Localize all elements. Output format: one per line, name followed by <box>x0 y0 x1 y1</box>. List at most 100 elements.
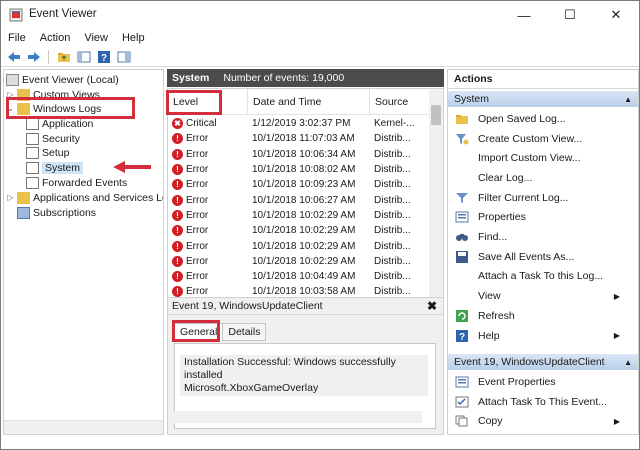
event-row[interactable]: ! Error 10/1/2018 11:07:03 AM Distrib... <box>168 131 430 146</box>
event-count: Number of events: 19,000 <box>223 72 345 84</box>
action-view[interactable]: View ▶ <box>448 286 638 306</box>
event-row[interactable]: ! Error 10/1/2018 10:02:29 AM Distrib... <box>168 254 430 269</box>
properties-icon <box>454 210 470 224</box>
tree-item-label: Subscriptions <box>33 206 97 219</box>
help-icon: ? <box>454 329 470 343</box>
action-label: Save All Events As... <box>478 250 575 263</box>
tree-item-root[interactable]: Event Viewer (Local) <box>6 72 119 87</box>
action-label: Filter Current Log... <box>478 191 569 204</box>
tree-item-label: Security <box>42 132 80 145</box>
maximize-button[interactable]: ☐ <box>547 1 593 29</box>
action-event-properties[interactable]: Event Properties <box>448 372 638 392</box>
event-row[interactable]: ! Error 10/1/2018 10:06:27 AM Distrib... <box>168 193 430 208</box>
event-row[interactable]: ! Error 10/1/2018 10:08:02 AM Distrib... <box>168 162 430 177</box>
tree-horizontal-scrollbar[interactable] <box>4 420 163 434</box>
action-properties[interactable]: Properties <box>448 208 638 228</box>
minimize-button[interactable]: — <box>501 1 547 29</box>
highlight-level-column <box>166 90 222 115</box>
forward-arrow-icon[interactable] <box>25 49 42 65</box>
event-detail-header: Event 19, WindowsUpdateClient ✖ <box>168 298 443 315</box>
action-label: View <box>478 290 501 303</box>
event-level-text: Error <box>186 286 209 298</box>
event-source-cell: Distrib... <box>374 286 411 298</box>
annotation-arrow-icon <box>113 161 151 173</box>
detail-horizontal-scrollbar[interactable] <box>174 411 422 423</box>
actions-group-system[interactable]: System ▲ <box>448 91 638 107</box>
menu-bar: File Action View Help <box>1 29 639 47</box>
help-icon[interactable]: ? <box>95 49 112 65</box>
error-icon: ! <box>172 225 183 237</box>
error-icon: ! <box>172 255 183 267</box>
action-clear-log[interactable]: Clear Log... <box>448 168 638 188</box>
event-list: Level Date and Time Source ✖ Critical 1/12… <box>167 88 444 298</box>
action-label: Attach Task To This Event... <box>478 395 607 408</box>
action-copy[interactable]: Copy ▶ <box>448 411 638 431</box>
tree-item-apps-services[interactable]: ▷ Applications and Services Log <box>6 190 163 205</box>
column-date-time[interactable]: Date and Time <box>248 89 370 114</box>
log-icon <box>26 161 39 174</box>
actions-group-label: Event 19, WindowsUpdateClient <box>454 356 605 368</box>
scrollbar-thumb[interactable] <box>431 105 441 125</box>
collapse-caret-icon[interactable]: ▲ <box>624 95 632 104</box>
tree-item-label: Event Viewer (Local) <box>22 73 119 86</box>
action-label: Create Custom View... <box>478 132 583 145</box>
action-save-all-events-as[interactable]: Save All Events As... <box>448 247 638 267</box>
event-level-cell: ! Error <box>168 225 248 237</box>
event-row[interactable]: ! Error 10/1/2018 10:02:29 AM Distrib... <box>168 238 430 253</box>
menu-view[interactable]: View <box>77 29 115 47</box>
event-row[interactable]: ! Error 10/1/2018 10:09:23 AM Distrib... <box>168 177 430 192</box>
event-source-cell: Distrib... <box>374 240 411 252</box>
back-arrow-icon[interactable] <box>5 49 22 65</box>
error-icon: ! <box>172 133 183 145</box>
tree-item-subscriptions[interactable]: Subscriptions <box>17 205 96 220</box>
actions-pane: Actions System ▲ Open Saved Log... Create… <box>447 69 639 435</box>
actions-group-label: System <box>454 93 490 105</box>
event-datetime-cell: 10/1/2018 10:08:02 AM <box>252 164 356 176</box>
event-row[interactable]: ! Error 10/1/2018 10:04:49 AM Distrib... <box>168 269 430 284</box>
action-attach-a-task-to-this-log[interactable]: Attach a Task To this Log... <box>448 267 638 287</box>
event-source-cell: Distrib... <box>374 255 411 267</box>
action-find[interactable]: Find... <box>448 227 638 247</box>
collapse-caret-icon[interactable]: ▲ <box>624 358 632 367</box>
close-button[interactable]: ✕ <box>593 1 639 29</box>
svg-text:?: ? <box>459 332 465 342</box>
tab-details[interactable]: Details <box>222 323 267 341</box>
action-label: Clear Log... <box>478 171 533 184</box>
event-row[interactable]: ! Error 10/1/2018 10:03:58 AM Distrib... <box>168 284 430 298</box>
event-row[interactable]: ✖ Critical 1/12/2019 3:02:37 PM Kernel-... <box>168 116 430 131</box>
console-tree-icon[interactable] <box>75 49 92 65</box>
action-open-saved-log[interactable]: Open Saved Log... <box>448 109 638 129</box>
action-attach-task-to-this-event[interactable]: Attach Task To This Event... <box>448 392 638 412</box>
action-refresh[interactable]: Refresh <box>448 306 638 326</box>
error-icon: ! <box>172 209 183 221</box>
event-datetime-cell: 10/1/2018 10:02:29 AM <box>252 225 356 237</box>
event-level-cell: ! Error <box>168 194 248 206</box>
event-level-cell: ! Error <box>168 255 248 267</box>
action-import-custom-view[interactable]: Import Custom View... <box>448 148 638 168</box>
menu-file[interactable]: File <box>1 29 33 47</box>
event-row[interactable]: ! Error 10/1/2018 10:06:34 AM Distrib... <box>168 147 430 162</box>
error-icon: ! <box>172 271 183 283</box>
error-icon: ! <box>172 164 183 176</box>
tree-item-setup[interactable]: Setup <box>26 145 69 160</box>
tree-item-forwarded-events[interactable]: Forwarded Events <box>26 175 127 190</box>
properties-icon[interactable] <box>115 49 132 65</box>
column-source[interactable]: Source <box>370 89 430 114</box>
action-create-custom-view[interactable]: Create Custom View... <box>448 129 638 149</box>
menu-action[interactable]: Action <box>33 29 78 47</box>
center-pane: System Number of events: 19,000 Level Da… <box>167 69 444 435</box>
actions-group-event[interactable]: Event 19, WindowsUpdateClient ▲ <box>448 354 638 370</box>
up-folder-icon[interactable] <box>55 49 72 65</box>
event-level-text: Error <box>186 240 209 252</box>
event-viewer-app-icon <box>9 8 23 22</box>
action-filter-current-log[interactable]: Filter Current Log... <box>448 188 638 208</box>
expand-icon[interactable]: ▷ <box>6 193 15 202</box>
event-row[interactable]: ! Error 10/1/2018 10:02:29 AM Distrib... <box>168 223 430 238</box>
tree-item-security[interactable]: Security <box>26 131 80 146</box>
event-list-scrollbar[interactable] <box>429 89 443 297</box>
menu-help[interactable]: Help <box>115 29 152 47</box>
close-icon[interactable]: ✖ <box>427 299 437 313</box>
event-row[interactable]: ! Error 10/1/2018 10:02:29 AM Distrib... <box>168 208 430 223</box>
action-help[interactable]: ? Help ▶ <box>448 326 638 346</box>
tree-item-system[interactable]: System <box>26 160 84 175</box>
